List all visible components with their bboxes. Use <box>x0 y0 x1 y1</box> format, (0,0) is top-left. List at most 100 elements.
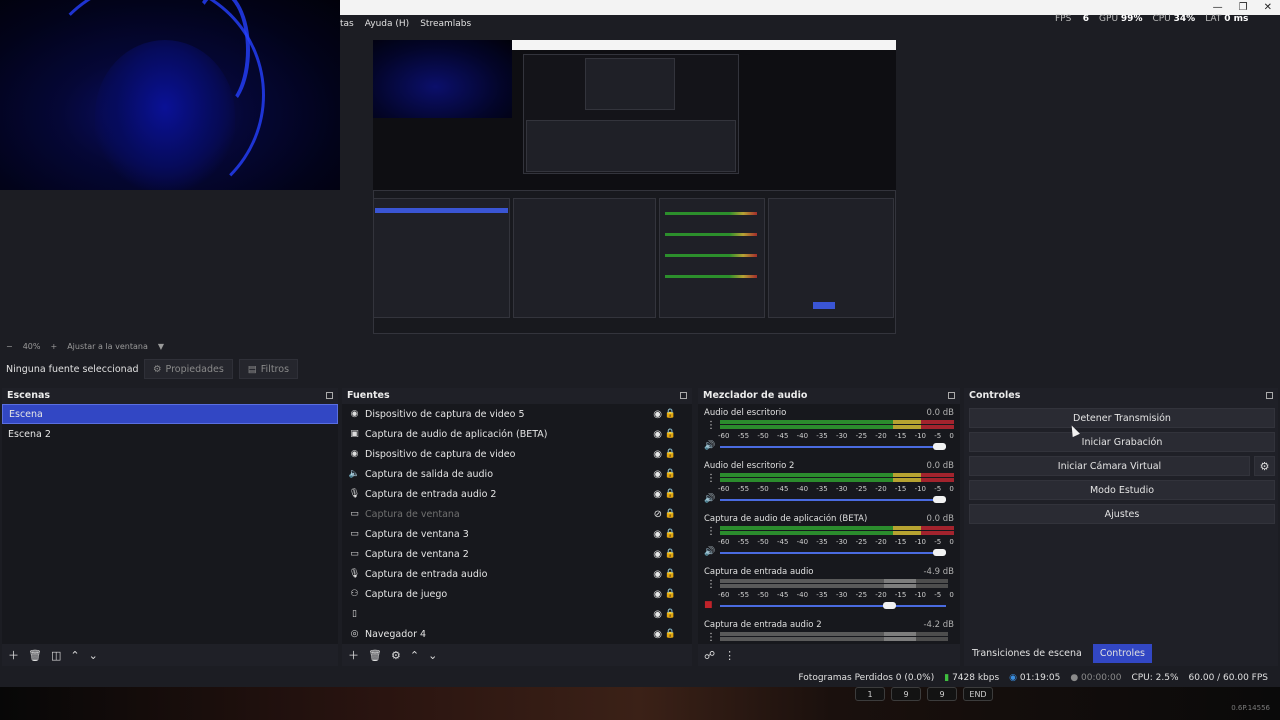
chevron-down-icon[interactable]: ⌄ <box>428 649 437 662</box>
source-item[interactable]: 🎙 Captura de entrada audio 2 ◉ 🔒 <box>342 484 692 504</box>
source-item[interactable]: ▣ Captura de audio de aplicación (BETA) ◉ 🔒 <box>342 424 692 444</box>
start-recording-button[interactable]: Iniciar Grabación <box>969 432 1275 452</box>
source-item[interactable]: ◉ Dispositivo de captura de video ◉ 🔒 <box>342 444 692 464</box>
eye-icon[interactable]: ◉ <box>653 629 662 640</box>
maximize-icon[interactable]: ❐ <box>1239 2 1248 13</box>
source-item[interactable]: 🔈 Captura de salida de audio ◉ 🔒 <box>342 464 692 484</box>
eye-icon[interactable]: ◉ <box>653 469 662 480</box>
scene-item[interactable]: Escena 2 <box>2 424 338 444</box>
eye-icon[interactable]: ◉ <box>653 529 662 540</box>
preview-canvas[interactable] <box>373 40 896 334</box>
studio-mode-button[interactable]: Modo Estudio <box>969 480 1275 500</box>
filter-icon[interactable]: ◫ <box>51 649 61 662</box>
eye-icon[interactable]: ◉ <box>653 429 662 440</box>
speaker-icon[interactable]: 🔊 <box>704 441 715 451</box>
speaker-icon[interactable]: 🔊 <box>704 547 715 557</box>
app-audio-icon: ▣ <box>350 429 359 439</box>
zoom-in-button[interactable]: + <box>50 342 57 351</box>
undock-icon[interactable] <box>948 391 955 399</box>
lock-icon[interactable]: 🔒 <box>665 569 676 579</box>
speaker-icon[interactable]: 🔊 <box>704 494 715 504</box>
undock-icon[interactable] <box>1266 391 1273 399</box>
trash-icon[interactable]: 🗑 <box>28 649 42 662</box>
tab-controls[interactable]: Controles <box>1092 644 1152 663</box>
tab-scene-transitions[interactable]: Transiciones de escena <box>965 644 1089 663</box>
kebab-menu-icon[interactable]: ⋮ <box>706 579 716 590</box>
menu-item-streamlabs[interactable]: Streamlabs <box>420 19 471 29</box>
kebab-menu-icon[interactable]: ⋮ <box>706 632 716 643</box>
volume-slider[interactable] <box>720 552 946 554</box>
lock-icon[interactable]: 🔒 <box>665 529 676 539</box>
volume-slider-handle[interactable] <box>933 549 946 556</box>
lock-icon[interactable]: 🔒 <box>665 429 676 439</box>
menu-item-help[interactable]: Ayuda (H) <box>365 19 409 29</box>
eye-icon[interactable]: ◉ <box>653 449 662 460</box>
chevron-down-icon[interactable]: ⌄ <box>89 649 98 662</box>
volume-slider-handle[interactable] <box>883 602 897 609</box>
volume-slider[interactable] <box>720 446 946 448</box>
eye-icon[interactable]: ◉ <box>653 609 662 620</box>
lock-icon[interactable]: 🔒 <box>665 469 676 479</box>
chevron-up-icon[interactable]: ⌃ <box>410 649 419 662</box>
kebab-menu-icon[interactable]: ⋮ <box>706 473 716 484</box>
lock-icon[interactable]: 🔒 <box>665 409 676 419</box>
meter-tick: 0 <box>949 485 954 493</box>
fit-window-button[interactable]: Ajustar a la ventana <box>67 342 148 351</box>
undock-icon[interactable] <box>326 391 333 399</box>
source-item[interactable]: ▭ Captura de ventana ⊘ 🔒 <box>342 504 692 524</box>
meter-tick: -15 <box>894 432 907 440</box>
source-item[interactable]: ◉ Dispositivo de captura de video 5 ◉ 🔒 <box>342 404 692 424</box>
stop-streaming-button[interactable]: Detener Transmisión <box>969 408 1275 428</box>
eye-off-icon[interactable]: ⊘ <box>654 509 662 520</box>
link-icon[interactable]: ☍ <box>704 649 715 662</box>
scene-item[interactable]: Escena <box>2 404 338 424</box>
virtual-camera-settings-button[interactable]: ⚙ <box>1254 456 1275 476</box>
minimize-icon[interactable]: — <box>1213 2 1223 13</box>
start-virtual-camera-button[interactable]: Iniciar Cámara Virtual <box>969 456 1250 476</box>
eye-icon[interactable]: ◉ <box>653 409 662 420</box>
kebab-menu-icon[interactable]: ⋮ <box>706 526 716 537</box>
meter-tick: -30 <box>835 432 848 440</box>
gear-icon[interactable]: ⚙ <box>391 649 401 662</box>
lock-icon[interactable]: 🔒 <box>665 449 676 459</box>
source-item[interactable]: ▯ ◉ 🔒 <box>342 604 692 624</box>
menu-item-tools[interactable]: tas <box>340 19 354 29</box>
source-item[interactable]: 🎙 Captura de entrada audio ◉ 🔒 <box>342 564 692 584</box>
close-icon[interactable]: ✕ <box>1264 2 1272 13</box>
lock-icon[interactable]: 🔒 <box>665 629 676 639</box>
source-item[interactable]: ◎ Navegador 4 ◉ 🔒 <box>342 624 692 644</box>
undock-icon[interactable] <box>680 391 687 399</box>
eye-icon[interactable]: ◉ <box>653 589 662 600</box>
volume-slider-handle[interactable] <box>933 496 946 503</box>
source-item[interactable]: ▭ Captura de ventana 3 ◉ 🔒 <box>342 524 692 544</box>
volume-slider[interactable] <box>720 499 946 501</box>
kebab-menu-icon[interactable]: ⋮ <box>724 649 735 662</box>
lock-icon[interactable]: 🔒 <box>665 589 676 599</box>
properties-button[interactable]: ⚙ Propiedades <box>144 359 233 379</box>
zoom-out-button[interactable]: − <box>6 342 13 351</box>
settings-button[interactable]: Ajustes <box>969 504 1275 524</box>
lock-icon[interactable]: 🔒 <box>665 609 676 619</box>
meter-tick: -15 <box>894 485 907 493</box>
volume-slider[interactable] <box>720 605 946 607</box>
eye-icon[interactable]: ◉ <box>653 549 662 560</box>
lock-icon[interactable]: 🔒 <box>665 489 676 499</box>
add-icon[interactable]: ＋ <box>8 647 19 663</box>
source-item[interactable]: ⚇ Captura de juego ◉ 🔒 <box>342 584 692 604</box>
volume-slider-handle[interactable] <box>933 443 946 450</box>
source-label: Captura de ventana <box>365 508 460 520</box>
lock-icon[interactable]: 🔒 <box>665 509 676 519</box>
eye-icon[interactable]: ◉ <box>653 489 662 500</box>
chevron-up-icon[interactable]: ⌃ <box>70 649 79 662</box>
kebab-menu-icon[interactable]: ⋮ <box>706 420 716 431</box>
trash-icon[interactable]: 🗑 <box>368 649 382 662</box>
eye-icon[interactable]: ◉ <box>653 569 662 580</box>
lock-icon[interactable]: 🔒 <box>665 549 676 559</box>
source-item[interactable]: ▭ Captura de ventana 2 ◉ 🔒 <box>342 544 692 564</box>
scenes-title-bar: Escenas <box>2 388 338 402</box>
muted-speaker-icon[interactable]: ■ <box>704 600 713 610</box>
chevron-down-icon[interactable]: ▼ <box>158 342 164 351</box>
add-icon[interactable]: ＋ <box>348 647 359 663</box>
status-bar: Fotogramas Perdidos 0 (0.0%) ▮ 7428 kbps… <box>0 669 1280 687</box>
filters-button[interactable]: ▤ Filtros <box>238 359 299 379</box>
